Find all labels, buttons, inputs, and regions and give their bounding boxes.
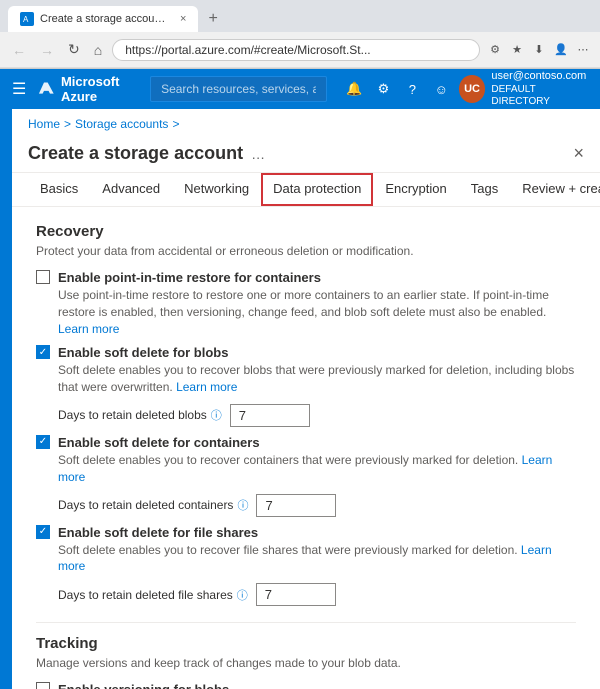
soft-delete-blobs-row: Enable soft delete for blobs Soft delete… xyxy=(36,345,576,396)
forward-button[interactable]: → xyxy=(36,40,58,60)
back-button[interactable]: ← xyxy=(8,40,30,60)
soft-delete-containers-label: Enable soft delete for containers xyxy=(58,435,576,450)
favorites-icon[interactable]: ★ xyxy=(508,41,526,59)
tab-title: Create a storage account - Mic... xyxy=(40,13,170,25)
menu-icon[interactable]: ⋯ xyxy=(574,41,592,59)
soft-delete-containers-checkbox[interactable] xyxy=(36,435,50,449)
tab-encryption[interactable]: Encryption xyxy=(373,173,458,206)
tabs-bar: Basics Advanced Networking Data protecti… xyxy=(12,173,600,207)
containers-days-input[interactable] xyxy=(256,494,336,517)
point-in-time-content: Enable point-in-time restore for contain… xyxy=(58,270,576,337)
portal-header: ☰ Microsoft Azure 🔔 ⚙ ? ☺ UC user@contos… xyxy=(0,69,600,109)
settings-icon[interactable]: ⚙ xyxy=(372,77,395,101)
divider-1 xyxy=(36,622,576,623)
breadcrumb-storage[interactable]: Storage accounts xyxy=(75,117,168,131)
containers-days-row: Days to retain deleted containers ⓘ xyxy=(58,494,576,517)
tab-basics[interactable]: Basics xyxy=(28,173,90,206)
tab-networking[interactable]: Networking xyxy=(172,173,261,206)
soft-delete-blobs-desc: Soft delete enables you to recover blobs… xyxy=(58,362,576,396)
azure-logo: Microsoft Azure xyxy=(38,74,142,104)
soft-delete-shares-learn-more[interactable]: Learn more xyxy=(58,543,552,574)
soft-delete-blobs-label: Enable soft delete for blobs xyxy=(58,345,576,360)
page-title: Create a storage account xyxy=(28,143,243,164)
hamburger-menu[interactable]: ☰ xyxy=(8,75,30,103)
user-info: user@contoso.com DEFAULT DIRECTORY xyxy=(491,70,592,107)
soft-delete-shares-desc: Soft delete enables you to recover file … xyxy=(58,542,576,576)
containers-days-info-icon[interactable]: ⓘ xyxy=(237,497,248,513)
blobs-days-info-icon[interactable]: ⓘ xyxy=(211,407,222,423)
content-area: Recovery Protect your data from accident… xyxy=(12,207,600,689)
soft-delete-shares-row: Enable soft delete for file shares Soft … xyxy=(36,525,576,576)
shares-days-info-icon[interactable]: ⓘ xyxy=(237,587,248,603)
browser-tab[interactable]: A Create a storage account - Mic... × xyxy=(8,6,198,32)
user-email: user@contoso.com xyxy=(491,70,592,83)
new-tab-button[interactable]: + xyxy=(202,10,223,28)
portal-header-icons: 🔔 ⚙ ? ☺ UC user@contoso.com DEFAULT DIRE… xyxy=(343,70,592,107)
browser-chrome: A Create a storage account - Mic... × + … xyxy=(0,0,600,69)
shares-days-label: Days to retain deleted file shares ⓘ xyxy=(58,587,248,603)
tab-favicon: A xyxy=(20,12,34,26)
soft-delete-containers-row: Enable soft delete for containers Soft d… xyxy=(36,435,576,486)
point-in-time-label: Enable point-in-time restore for contain… xyxy=(58,270,576,285)
tab-tags[interactable]: Tags xyxy=(459,173,510,206)
blobs-days-input[interactable] xyxy=(230,404,310,427)
svg-text:A: A xyxy=(23,15,29,24)
point-in-time-checkbox[interactable] xyxy=(36,270,50,284)
url-input[interactable] xyxy=(112,39,480,61)
home-button[interactable]: ⌂ xyxy=(90,40,106,60)
tab-advanced[interactable]: Advanced xyxy=(90,173,172,206)
tracking-title: Tracking xyxy=(36,635,576,652)
user-directory: DEFAULT DIRECTORY xyxy=(491,84,592,108)
containers-days-label: Days to retain deleted containers ⓘ xyxy=(58,497,248,513)
shares-days-input[interactable] xyxy=(256,583,336,606)
soft-delete-shares-content: Enable soft delete for file shares Soft … xyxy=(58,525,576,576)
breadcrumb: Home > Storage accounts > xyxy=(12,109,600,139)
extensions-icon[interactable]: ⚙ xyxy=(486,41,504,59)
point-in-time-learn-more[interactable]: Learn more xyxy=(58,322,119,336)
notifications-icon[interactable]: 🔔 xyxy=(343,77,366,101)
recovery-section: Recovery Protect your data from accident… xyxy=(36,223,576,606)
help-icon[interactable]: ? xyxy=(401,77,424,101)
soft-delete-shares-label: Enable soft delete for file shares xyxy=(58,525,576,540)
user-avatar[interactable]: UC xyxy=(459,75,486,103)
shares-days-row: Days to retain deleted file shares ⓘ xyxy=(58,583,576,606)
tab-close-icon[interactable]: × xyxy=(180,13,186,25)
refresh-button[interactable]: ↻ xyxy=(64,39,84,60)
recovery-title: Recovery xyxy=(36,223,576,240)
tracking-section: Tracking Manage versions and keep track … xyxy=(36,635,576,689)
point-in-time-desc: Use point-in-time restore to restore one… xyxy=(58,287,576,337)
tab-review-create[interactable]: Review + create xyxy=(510,173,600,206)
breadcrumb-sep1: > xyxy=(64,117,71,131)
profile-icon[interactable]: 👤 xyxy=(552,41,570,59)
soft-delete-containers-content: Enable soft delete for containers Soft d… xyxy=(58,435,576,486)
close-page-button[interactable]: × xyxy=(573,143,584,164)
soft-delete-containers-learn-more[interactable]: Learn more xyxy=(58,453,552,484)
sidebar xyxy=(0,109,12,689)
portal-search-input[interactable] xyxy=(150,76,327,102)
soft-delete-shares-checkbox[interactable] xyxy=(36,525,50,539)
soft-delete-blobs-learn-more[interactable]: Learn more xyxy=(176,380,237,394)
point-in-time-row: Enable point-in-time restore for contain… xyxy=(36,270,576,337)
tab-bar: A Create a storage account - Mic... × + xyxy=(0,0,600,32)
soft-delete-blobs-content: Enable soft delete for blobs Soft delete… xyxy=(58,345,576,396)
feedback-icon[interactable]: ☺ xyxy=(430,77,453,101)
breadcrumb-home[interactable]: Home xyxy=(28,117,60,131)
page-options-icon[interactable]: … xyxy=(251,146,265,162)
breadcrumb-sep2: > xyxy=(172,117,179,131)
tab-data-protection[interactable]: Data protection xyxy=(261,173,373,206)
address-bar: ← → ↻ ⌂ ⚙ ★ ⬇ 👤 ⋯ xyxy=(0,32,600,68)
browser-icons: ⚙ ★ ⬇ 👤 ⋯ xyxy=(486,41,592,59)
soft-delete-blobs-checkbox[interactable] xyxy=(36,345,50,359)
blobs-days-row: Days to retain deleted blobs ⓘ xyxy=(58,404,576,427)
downloads-icon[interactable]: ⬇ xyxy=(530,41,548,59)
page-title-area: Create a storage account … × xyxy=(12,139,600,173)
blobs-days-label: Days to retain deleted blobs ⓘ xyxy=(58,407,222,423)
main-content: Home > Storage accounts > Create a stora… xyxy=(12,109,600,689)
page-wrapper: Home > Storage accounts > Create a stora… xyxy=(0,109,600,689)
tracking-desc: Manage versions and keep track of change… xyxy=(36,656,576,670)
recovery-desc: Protect your data from accidental or err… xyxy=(36,244,576,258)
soft-delete-containers-desc: Soft delete enables you to recover conta… xyxy=(58,452,576,486)
